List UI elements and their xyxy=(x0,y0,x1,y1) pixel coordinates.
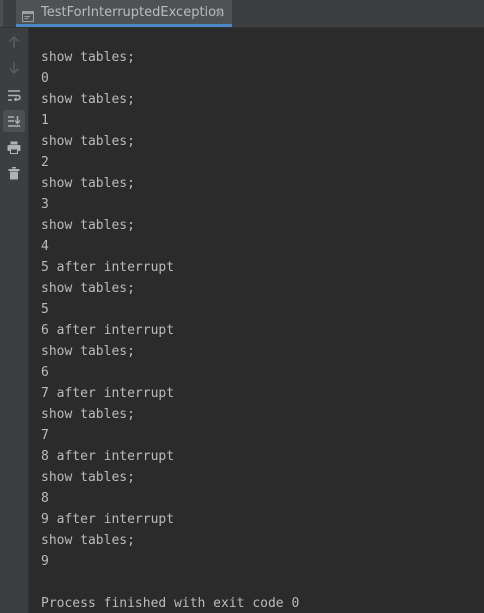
print-icon[interactable] xyxy=(3,136,25,158)
console-line: 7 after interrupt xyxy=(41,386,175,401)
console-line: 2 xyxy=(41,155,49,170)
console-line: 3 xyxy=(41,197,49,212)
run-console-window: TestForInterruptedException × show table… xyxy=(0,0,484,613)
console-line: show tables; xyxy=(41,533,135,548)
console-line: show tables; xyxy=(41,176,135,191)
console-line: 0 xyxy=(41,71,49,86)
up-arrow-icon[interactable] xyxy=(3,31,25,53)
tab-bar: TestForInterruptedException × xyxy=(0,0,484,28)
exit-message: Process finished with exit code 0 xyxy=(41,596,300,611)
down-arrow-icon[interactable] xyxy=(3,57,25,79)
console-window-icon xyxy=(22,7,34,22)
tab-title: TestForInterruptedException xyxy=(41,5,225,20)
console-line: 5 after interrupt xyxy=(41,260,175,275)
console-line: 4 xyxy=(41,239,49,254)
console-line: show tables; xyxy=(41,134,135,149)
tab-test-for-interrupted-exception[interactable]: TestForInterruptedException × xyxy=(16,0,232,27)
console-line: 6 after interrupt xyxy=(41,323,175,338)
console-line: 5 xyxy=(41,302,49,317)
console-line: show tables; xyxy=(41,281,135,296)
console-line: show tables; xyxy=(41,344,135,359)
console-toolbar xyxy=(0,28,29,613)
console-line: 8 xyxy=(41,491,49,506)
console-line: 9 xyxy=(41,554,49,569)
console-line: show tables; xyxy=(41,218,135,233)
console-line: show tables; xyxy=(41,470,135,485)
console-line: show tables; xyxy=(41,407,135,422)
console-line: 8 after interrupt xyxy=(41,449,175,464)
tab-bar-edge xyxy=(0,0,3,27)
console-output: show tables; 0 show tables; 1 show tables; 2 s… xyxy=(41,47,481,613)
soft-wrap-icon[interactable] xyxy=(3,84,25,106)
console-line: 6 xyxy=(41,365,49,380)
console-line: show tables; xyxy=(41,92,135,107)
console-line: 1 xyxy=(41,113,49,128)
close-icon[interactable]: × xyxy=(214,5,224,21)
console-line: 9 after interrupt xyxy=(41,512,175,527)
trash-icon[interactable] xyxy=(3,162,25,184)
scroll-to-end-icon[interactable] xyxy=(3,110,25,132)
console-line: show tables; xyxy=(41,50,135,65)
console-line: 7 xyxy=(41,428,49,443)
